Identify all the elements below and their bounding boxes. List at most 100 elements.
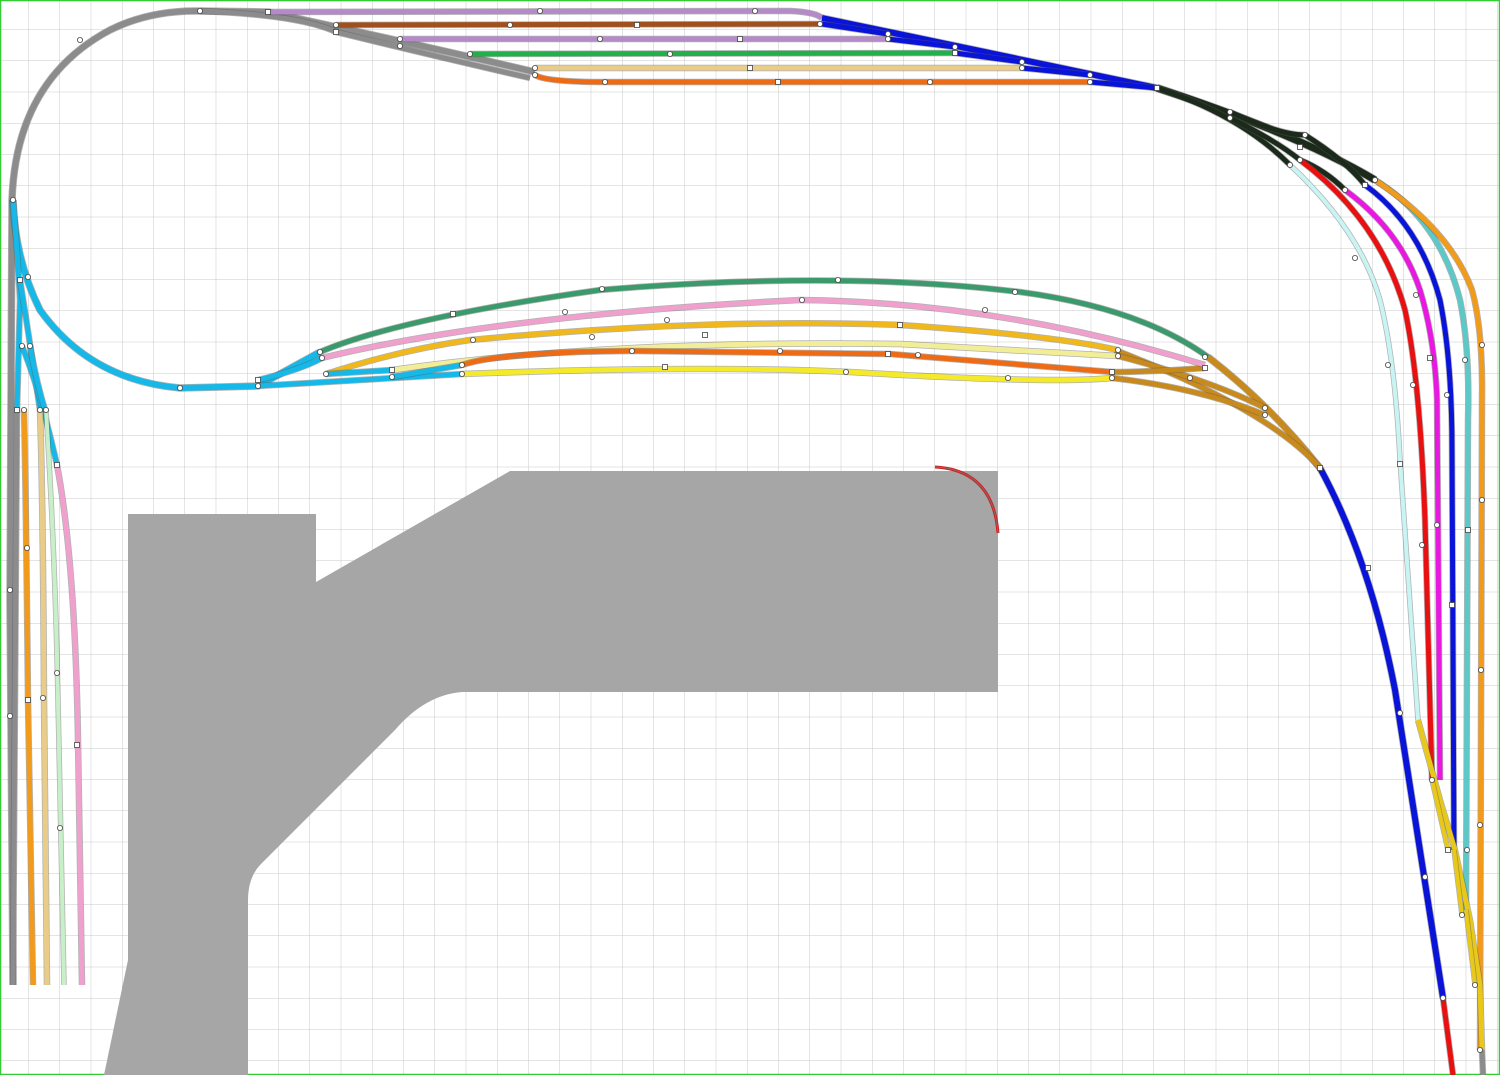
track-joint [1227, 115, 1234, 122]
track-joint [1422, 874, 1429, 881]
track-joint [1459, 912, 1466, 919]
track-joint [9, 196, 16, 203]
track-joint [332, 21, 339, 28]
track-joint [7, 587, 13, 594]
track-joint [799, 296, 806, 303]
track-joint [602, 79, 609, 86]
track-joint [1413, 291, 1420, 298]
track-joint [737, 36, 743, 42]
track-joint [1472, 982, 1479, 989]
track-joint [458, 370, 465, 377]
track-joint [265, 9, 271, 15]
track-joint [1434, 522, 1441, 529]
track-joint [662, 364, 668, 370]
track-joint [1317, 465, 1323, 471]
track-joint [506, 21, 513, 28]
siding-brown[interactable] [335, 21, 823, 28]
track-joint [775, 79, 781, 85]
track-joint [589, 333, 596, 340]
track-joint [1465, 527, 1471, 533]
track-joint [562, 308, 569, 315]
track-plan-canvas [0, 0, 1500, 1075]
track-joint [1397, 710, 1404, 717]
track-joint [634, 22, 640, 28]
track-joint [1462, 356, 1469, 363]
track-joint [1365, 565, 1371, 571]
track-joint [915, 351, 922, 358]
track-joint [1297, 156, 1304, 163]
track-joint [667, 51, 674, 58]
track-joint [537, 7, 544, 14]
track-joint [1227, 109, 1234, 116]
track-joint [1477, 822, 1484, 829]
track-joint [43, 406, 50, 413]
track-joint [1297, 144, 1303, 150]
track-joint [17, 277, 23, 283]
track-joint [1019, 65, 1026, 72]
track-joint [318, 354, 325, 361]
track-joint [532, 72, 539, 79]
track-joint [1419, 542, 1426, 549]
track-joint [1087, 72, 1094, 79]
track-joint [1385, 361, 1392, 368]
track-joint [1115, 346, 1122, 353]
track-joint [37, 406, 44, 413]
track-joint [25, 697, 31, 703]
track-joint [1429, 777, 1436, 784]
track-joint [1479, 341, 1486, 348]
track-joint [14, 407, 20, 413]
track-joint [1109, 369, 1115, 375]
track-joint [196, 7, 203, 14]
track-joint [1302, 131, 1309, 138]
track-joint [57, 825, 64, 832]
track-joint [77, 37, 84, 44]
track-joint [1352, 254, 1359, 261]
track-joint [599, 285, 606, 292]
track-joint [597, 36, 604, 43]
track-joint [466, 51, 473, 58]
track-joint [74, 742, 80, 748]
track-joint [1362, 182, 1368, 188]
track-joint [1202, 365, 1208, 371]
track-joint [1427, 355, 1433, 361]
track-joint [885, 351, 891, 357]
track-joint [54, 462, 60, 468]
track-joint [1187, 374, 1194, 381]
track-joint [1397, 461, 1403, 467]
track-joint [20, 406, 27, 413]
track-joint [1342, 186, 1349, 193]
track-joint [54, 670, 61, 677]
track-joint [7, 713, 13, 720]
track-joint [23, 545, 30, 552]
track-joint [469, 336, 476, 343]
track-joint [752, 7, 759, 14]
track-joint [1005, 374, 1012, 381]
track-joint [982, 306, 989, 313]
track-joint [26, 342, 33, 349]
track-joint [1479, 496, 1486, 503]
track-joint [1115, 352, 1122, 359]
exit-grey[interactable] [1479, 1049, 1486, 1075]
track-joint [1202, 353, 1209, 360]
track-joint [176, 384, 183, 391]
siding-green[interactable] [469, 50, 956, 57]
track-joint [1410, 381, 1417, 388]
track-joint [1287, 161, 1294, 168]
track-joint [1262, 404, 1269, 411]
track-joint [1109, 374, 1116, 381]
track-joint [1440, 995, 1447, 1002]
track-joint [885, 30, 892, 37]
track-joint [1372, 176, 1379, 183]
track-joint [952, 44, 959, 51]
track-joint [747, 65, 753, 71]
track-joint [388, 373, 395, 380]
track-joint [24, 273, 31, 280]
track-joint [1478, 667, 1485, 674]
track-joint [1449, 602, 1455, 608]
track-joint [1019, 59, 1026, 66]
track-joint [450, 311, 456, 317]
track-joint [664, 316, 671, 323]
track-joint [18, 342, 25, 349]
track-joint [835, 276, 842, 283]
track-joint [885, 36, 892, 43]
